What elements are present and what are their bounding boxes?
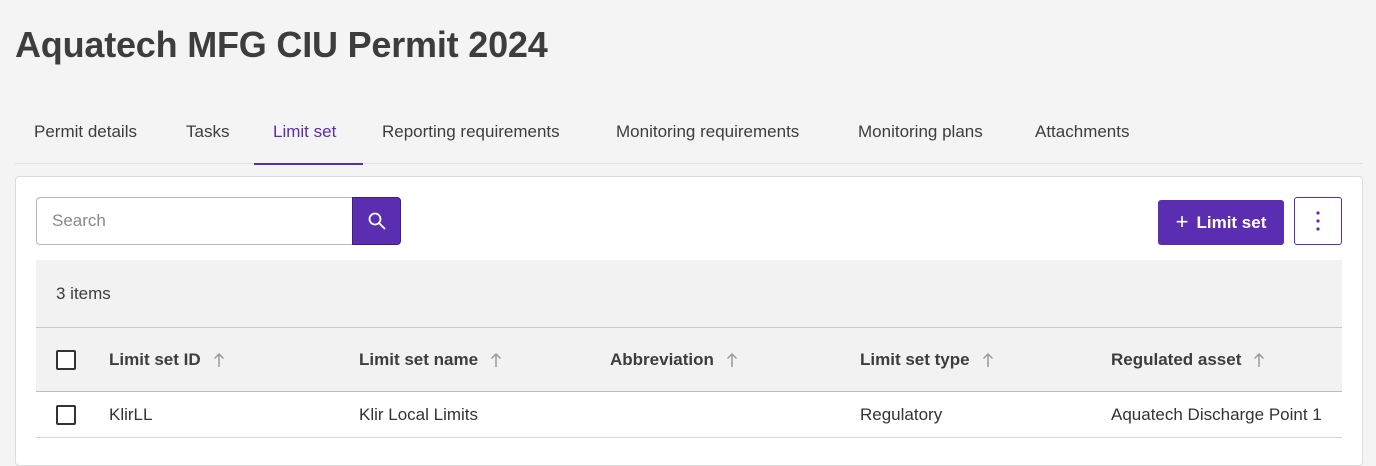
tab-reporting-requirements[interactable]: Reporting requirements — [363, 100, 597, 164]
search-button[interactable] — [352, 197, 401, 245]
column-header-limit-set-name[interactable]: Limit set name — [359, 328, 502, 391]
column-header-abbreviation[interactable]: Abbreviation — [610, 328, 738, 391]
add-limit-set-button[interactable]: + Limit set — [1158, 200, 1284, 245]
column-header-limit-set-id[interactable]: Limit set ID — [109, 328, 225, 391]
more-actions-button[interactable] — [1294, 197, 1342, 245]
column-header-label: Limit set type — [860, 349, 970, 369]
sort-ascending-icon[interactable] — [490, 352, 502, 368]
tab-monitoring-requirements[interactable]: Monitoring requirements — [597, 100, 839, 164]
tab-limit-set[interactable]: Limit set — [254, 100, 363, 165]
limit-set-type-cell: Regulatory — [860, 404, 943, 424]
row-select-cell — [56, 392, 76, 437]
plus-icon: + — [1175, 208, 1189, 234]
sort-ascending-icon[interactable] — [726, 352, 738, 368]
search-input[interactable] — [36, 197, 352, 245]
tab-attachments[interactable]: Attachments — [1016, 100, 1161, 164]
search-group — [36, 197, 401, 245]
tab-monitoring-plans[interactable]: Monitoring plans — [839, 100, 1016, 164]
column-header-label: Regulated asset — [1111, 349, 1242, 369]
search-icon — [368, 212, 385, 230]
column-header-limit-set-type[interactable]: Limit set type — [860, 328, 994, 391]
column-header-label: Limit set name — [359, 349, 479, 369]
add-limit-set-label: Limit set — [1196, 212, 1267, 232]
item-count: 3 items — [56, 283, 111, 303]
tab-bar: Permit details Tasks Limit set Reporting… — [15, 100, 1363, 165]
table-header-row: Limit set ID Limit set name Abbreviation… — [36, 328, 1342, 392]
column-header-label: Abbreviation — [610, 349, 714, 369]
tab-permit-details[interactable]: Permit details — [15, 100, 167, 164]
table-row[interactable]: KlirLL Klir Local Limits Regulatory Aqua… — [36, 392, 1342, 438]
sort-ascending-icon[interactable] — [213, 352, 225, 368]
tab-tasks[interactable]: Tasks — [167, 100, 254, 164]
sort-ascending-icon[interactable] — [1253, 352, 1265, 368]
select-all-cell — [56, 328, 76, 391]
sort-ascending-icon[interactable] — [982, 352, 994, 368]
page-title: Aquatech MFG CIU Permit 2024 — [15, 24, 548, 65]
limit-set-panel: + Limit set 3 items Limit set ID Limit s… — [15, 176, 1363, 466]
limit-set-table: Limit set ID Limit set name Abbreviation… — [36, 328, 1342, 438]
column-header-label: Limit set ID — [109, 349, 201, 369]
vertical-ellipsis-icon — [1316, 211, 1320, 231]
limit-set-id-cell: KlirLL — [109, 404, 153, 424]
column-header-regulated-asset[interactable]: Regulated asset — [1111, 328, 1265, 391]
item-count-bar: 3 items — [36, 260, 1342, 328]
row-checkbox[interactable] — [56, 404, 76, 425]
regulated-asset-cell: Aquatech Discharge Point 1 — [1111, 404, 1322, 424]
limit-set-name-cell: Klir Local Limits — [359, 404, 479, 424]
select-all-checkbox[interactable] — [56, 349, 76, 370]
